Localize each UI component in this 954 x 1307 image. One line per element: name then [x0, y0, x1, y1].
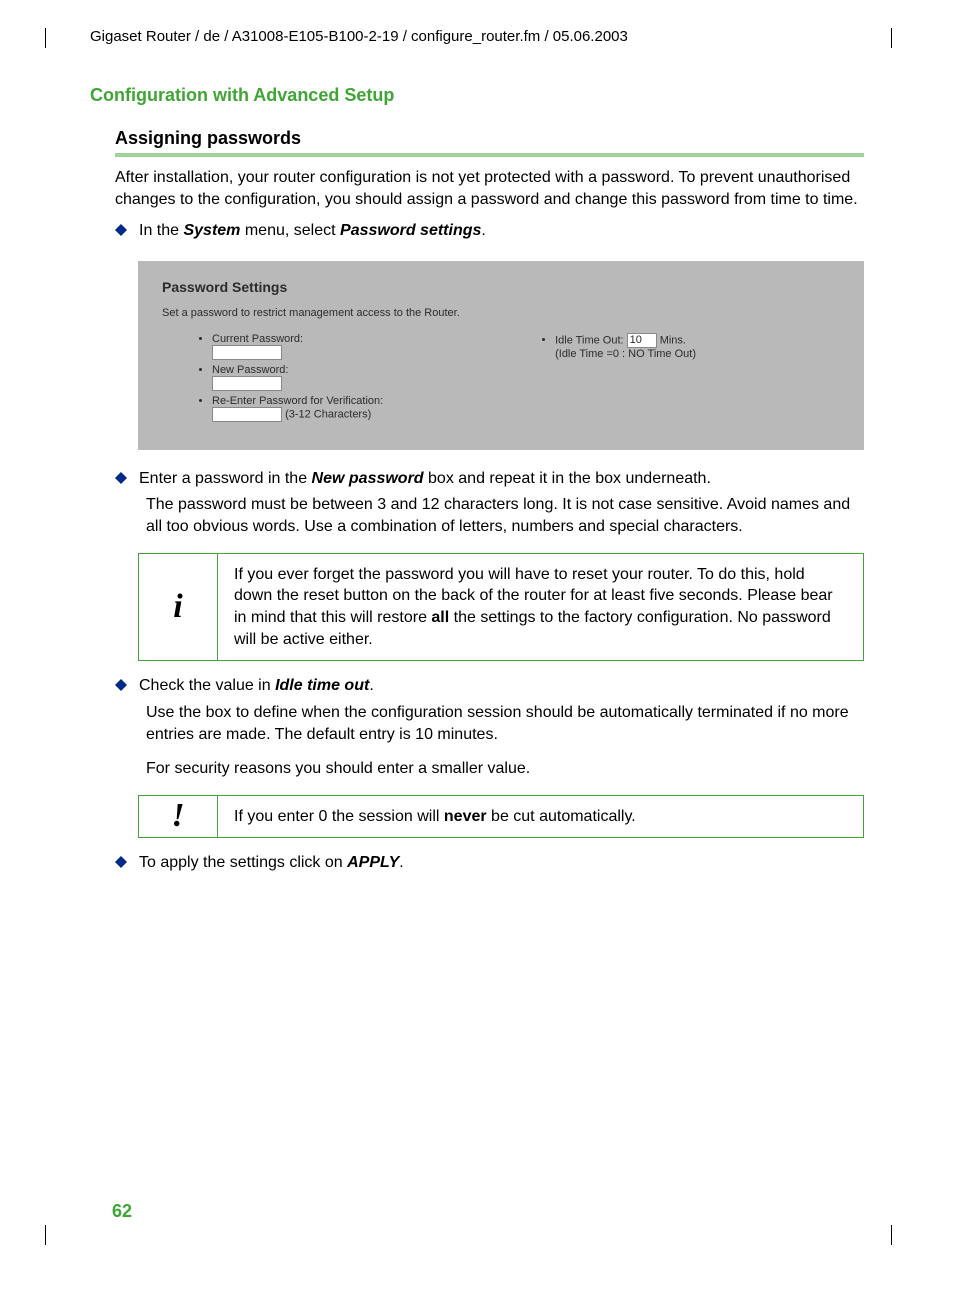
emphasis: never — [444, 808, 487, 825]
crop-mark — [45, 28, 66, 48]
field-row: Idle Time Out: 10 Mins. (Idle Time =0 : … — [555, 333, 844, 360]
panel-subtitle: Set a password to restrict management ac… — [162, 307, 844, 319]
text: If you enter 0 the session will — [234, 808, 444, 825]
text: To apply the settings click on — [139, 854, 347, 871]
paragraph: For security reasons you should enter a … — [146, 758, 864, 780]
current-password-input[interactable] — [212, 345, 282, 360]
idle-timeout-input[interactable]: 10 — [627, 333, 657, 348]
text: . — [399, 854, 403, 871]
label-new-password: New Password: — [212, 364, 288, 376]
info-text: If you ever forget the password you will… — [218, 554, 863, 660]
page-number: 62 — [112, 1201, 132, 1222]
text: Check the value in — [139, 677, 275, 694]
text: . — [369, 677, 373, 694]
hint-text: (3-12 Characters) — [285, 408, 371, 420]
warning-box: ! If you enter 0 the session will never … — [138, 795, 864, 839]
text: In the — [139, 222, 183, 239]
doc-header: Gigaset Router / de / A31008-E105-B100-2… — [90, 28, 874, 45]
field-row: Re-Enter Password for Verification: (3-1… — [212, 395, 537, 422]
unit-text: Mins. — [660, 334, 686, 346]
field-row: New Password: — [212, 364, 537, 391]
text: be cut automatically. — [487, 808, 636, 825]
diamond-bullet-icon — [115, 224, 127, 236]
step-item: In the System menu, select Password sett… — [115, 220, 864, 242]
info-icon: i — [139, 554, 218, 660]
button-name: APPLY — [347, 854, 399, 871]
label-current-password: Current Password: — [212, 333, 303, 345]
heading-rule — [115, 153, 864, 157]
field-row: Current Password: — [212, 333, 537, 360]
paragraph: The password must be between 3 and 12 ch… — [146, 494, 864, 539]
hint-text: (Idle Time =0 : NO Time Out) — [555, 348, 696, 360]
crop-mark — [45, 1225, 66, 1245]
label-verify-password: Re-Enter Password for Verification: — [212, 395, 383, 407]
warning-icon: ! — [139, 796, 218, 838]
panel-title: Password Settings — [162, 279, 844, 295]
diamond-bullet-icon — [115, 856, 127, 868]
crop-mark — [871, 1225, 892, 1245]
text: . — [481, 222, 485, 239]
text: menu, select — [240, 222, 340, 239]
text: Enter a password in the — [139, 470, 312, 487]
warning-text: If you enter 0 the session will never be… — [218, 796, 863, 838]
menu-item: Password settings — [340, 222, 481, 239]
screenshot-password-settings: Password Settings Set a password to rest… — [138, 261, 864, 450]
step-item: Enter a password in the New password box… — [115, 468, 864, 490]
paragraph: Use the box to define when the configura… — [146, 702, 864, 747]
menu-name: System — [183, 222, 240, 239]
info-box: i If you ever forget the password you wi… — [138, 553, 864, 661]
diamond-bullet-icon — [115, 472, 127, 484]
verify-password-input[interactable] — [212, 407, 282, 422]
emphasis: all — [431, 609, 449, 626]
label-idle-timeout: Idle Time Out: — [555, 334, 623, 346]
text: box and repeat it in the box underneath. — [424, 470, 711, 487]
section-heading: Configuration with Advanced Setup — [90, 85, 864, 106]
step-item: Check the value in Idle time out. — [115, 675, 864, 697]
field-name: Idle time out — [275, 677, 369, 694]
intro-paragraph: After installation, your router configur… — [115, 167, 864, 210]
subsection-heading: Assigning passwords — [115, 128, 864, 149]
crop-mark — [871, 28, 892, 48]
new-password-input[interactable] — [212, 376, 282, 391]
diamond-bullet-icon — [115, 679, 127, 691]
field-name: New password — [312, 470, 424, 487]
step-item: To apply the settings click on APPLY. — [115, 852, 864, 874]
